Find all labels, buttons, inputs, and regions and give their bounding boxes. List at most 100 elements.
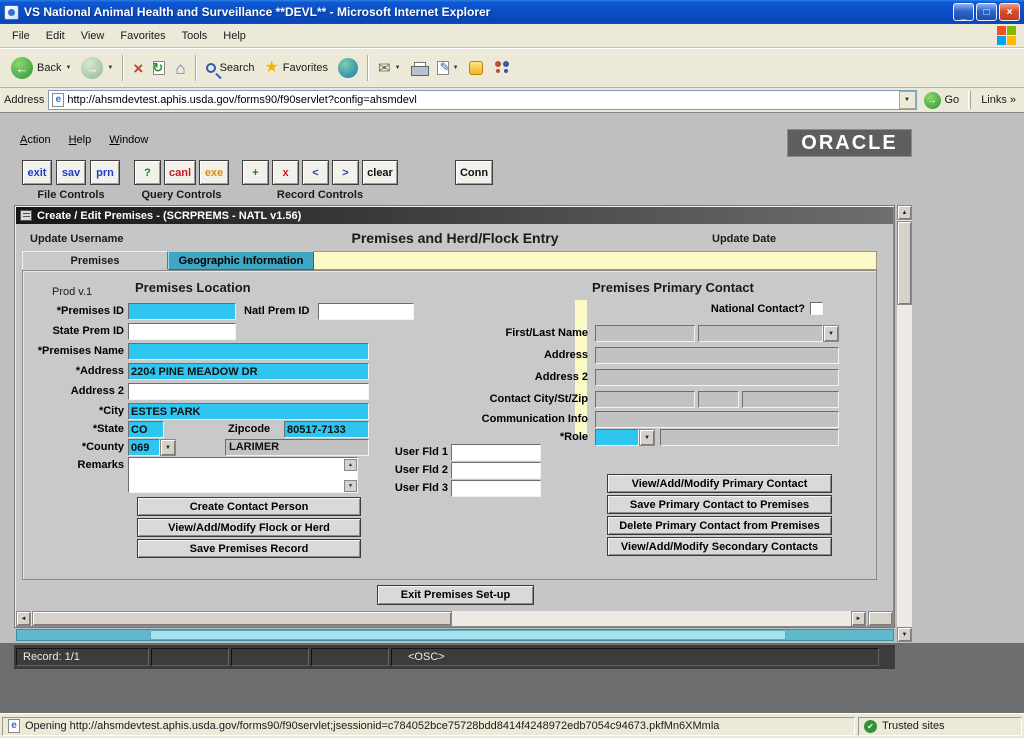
first-last-name-label: First/Last Name bbox=[428, 327, 588, 339]
discuss-button[interactable] bbox=[488, 58, 516, 79]
menu-file[interactable]: File bbox=[4, 27, 38, 45]
role-dropdown-button[interactable]: ▼ bbox=[639, 429, 655, 446]
form-window-titlebar[interactable]: Create / Edit Premises - (SCRPREMS - NAT… bbox=[16, 207, 893, 224]
applet-menu-window[interactable]: Window bbox=[103, 132, 154, 148]
record-delete-button[interactable]: x bbox=[272, 160, 299, 185]
links-label: Links bbox=[981, 94, 1007, 106]
print-button[interactable] bbox=[406, 59, 432, 78]
contact-last-name-field bbox=[698, 325, 823, 342]
city-field[interactable] bbox=[128, 403, 369, 420]
contact-name-dropdown-button[interactable]: ▼ bbox=[823, 325, 839, 342]
address-input-wrap: e ▼ bbox=[48, 90, 916, 110]
go-button[interactable]: → Go bbox=[921, 92, 963, 109]
premises-name-field[interactable] bbox=[128, 343, 369, 360]
state-field[interactable] bbox=[128, 421, 164, 438]
query-cancel-button[interactable]: canl bbox=[164, 160, 196, 185]
user-fld1-field[interactable] bbox=[451, 444, 541, 461]
national-contact-checkbox[interactable] bbox=[810, 302, 823, 315]
media-button[interactable] bbox=[333, 55, 363, 81]
address-input[interactable] bbox=[67, 92, 895, 108]
refresh-button[interactable]: ↻ bbox=[148, 58, 170, 78]
query-execute-button[interactable]: exe bbox=[199, 160, 229, 185]
menu-edit[interactable]: Edit bbox=[38, 27, 73, 45]
links-drag-handle[interactable] bbox=[968, 91, 971, 109]
discuss-icon bbox=[493, 61, 511, 76]
back-button[interactable]: ← Back ▼ bbox=[6, 54, 76, 82]
remarks-scroll-down-button[interactable]: ▼ bbox=[344, 480, 357, 492]
national-contact-label: National Contact? bbox=[650, 303, 805, 315]
menu-help[interactable]: Help bbox=[215, 27, 254, 45]
view-add-modify-primary-contact-button[interactable]: View/Add/Modify Primary Contact bbox=[607, 474, 832, 493]
back-caret-icon[interactable]: ▼ bbox=[65, 65, 71, 71]
minimize-button[interactable]: _ bbox=[953, 3, 974, 21]
maximize-button[interactable]: □ bbox=[976, 3, 997, 21]
edit-button[interactable]: ✎ ▼ bbox=[432, 58, 464, 78]
favorites-label: Favorites bbox=[283, 62, 328, 74]
address-dropdown-button[interactable]: ▼ bbox=[899, 91, 916, 109]
applet-menu-action[interactable]: Action bbox=[14, 132, 57, 148]
search-button[interactable]: Search bbox=[201, 59, 260, 77]
menu-view[interactable]: View bbox=[73, 27, 113, 45]
county-label: *County bbox=[16, 441, 124, 453]
exit-premises-setup-button[interactable]: Exit Premises Set-up bbox=[377, 585, 534, 605]
create-contact-person-button[interactable]: Create Contact Person bbox=[137, 497, 361, 516]
contact-city-field bbox=[595, 391, 695, 408]
record-prev-button[interactable]: < bbox=[302, 160, 329, 185]
applet-hscrollbar-thumb[interactable] bbox=[150, 630, 786, 640]
menu-tools[interactable]: Tools bbox=[174, 27, 216, 45]
mail-caret-icon[interactable]: ▼ bbox=[395, 65, 401, 71]
record-add-button[interactable]: + bbox=[242, 160, 269, 185]
record-next-button[interactable]: > bbox=[332, 160, 359, 185]
status-message-pane: e Opening http://ahsmdevtest.aphis.usda.… bbox=[2, 717, 855, 736]
view-add-modify-flock-button[interactable]: View/Add/Modify Flock or Herd bbox=[137, 518, 361, 537]
links-button[interactable]: Links » bbox=[977, 94, 1020, 106]
forward-caret-icon[interactable]: ▼ bbox=[107, 65, 113, 71]
scroll-down-button[interactable]: ▼ bbox=[897, 627, 912, 642]
save-button[interactable]: sav bbox=[56, 160, 86, 185]
contact-address2-field bbox=[595, 369, 839, 386]
refresh-glyph: ↻ bbox=[152, 60, 163, 76]
exit-button[interactable]: exit bbox=[22, 160, 52, 185]
scroll-left-button[interactable]: ◄ bbox=[16, 611, 31, 626]
favorites-button[interactable]: ★ Favorites bbox=[259, 57, 333, 79]
record-clear-button[interactable]: clear bbox=[362, 160, 398, 185]
zipcode-field[interactable] bbox=[284, 421, 369, 438]
tab-premises[interactable]: Premises bbox=[22, 251, 168, 270]
role-field[interactable] bbox=[595, 429, 639, 446]
stop-icon: × bbox=[133, 60, 143, 77]
trusted-sites-label: Trusted sites bbox=[882, 720, 945, 732]
applet-vscrollbar-thumb[interactable] bbox=[897, 221, 912, 305]
home-button[interactable]: ⌂ bbox=[170, 57, 190, 80]
natl-prem-id-field[interactable] bbox=[318, 303, 414, 320]
conn-button[interactable]: Conn bbox=[455, 160, 493, 185]
remarks-field[interactable] bbox=[128, 457, 358, 493]
premises-id-field[interactable] bbox=[128, 303, 236, 320]
user-fld2-field[interactable] bbox=[451, 462, 541, 479]
save-primary-contact-button[interactable]: Save Primary Contact to Premises bbox=[607, 495, 832, 514]
address-field[interactable] bbox=[128, 363, 369, 380]
tab-geographic-information[interactable]: Geographic Information bbox=[168, 251, 314, 270]
query-enter-button[interactable]: ? bbox=[134, 160, 161, 185]
stop-button[interactable]: × bbox=[128, 57, 148, 80]
remarks-scroll-up-button[interactable]: ▲ bbox=[344, 459, 357, 471]
state-prem-id-field[interactable] bbox=[128, 323, 236, 340]
forward-button[interactable]: → ▼ bbox=[76, 54, 118, 82]
print-form-button[interactable]: prn bbox=[90, 160, 120, 185]
view-add-modify-secondary-contacts-button[interactable]: View/Add/Modify Secondary Contacts bbox=[607, 537, 832, 556]
applet-menu-help[interactable]: Help bbox=[63, 132, 98, 148]
menu-favorites[interactable]: Favorites bbox=[112, 27, 173, 45]
scroll-up-button[interactable]: ▲ bbox=[897, 205, 912, 220]
county-field[interactable] bbox=[128, 439, 160, 456]
delete-primary-contact-button[interactable]: Delete Primary Contact from Premises bbox=[607, 516, 832, 535]
county-dropdown-button[interactable]: ▼ bbox=[160, 439, 176, 456]
save-premises-record-button[interactable]: Save Premises Record bbox=[137, 539, 361, 558]
scroll-right-button[interactable]: ► bbox=[851, 611, 866, 626]
messenger-button[interactable] bbox=[464, 58, 488, 78]
mail-button[interactable]: ✉ ▼ bbox=[373, 58, 406, 79]
ie-statusbar: e Opening http://ahsmdevtest.aphis.usda.… bbox=[0, 713, 1024, 738]
edit-caret-icon[interactable]: ▼ bbox=[453, 65, 459, 71]
address2-field[interactable] bbox=[128, 383, 369, 400]
form-hscrollbar-thumb[interactable] bbox=[32, 611, 452, 626]
user-fld3-field[interactable] bbox=[451, 480, 541, 497]
close-button[interactable]: × bbox=[999, 3, 1020, 21]
